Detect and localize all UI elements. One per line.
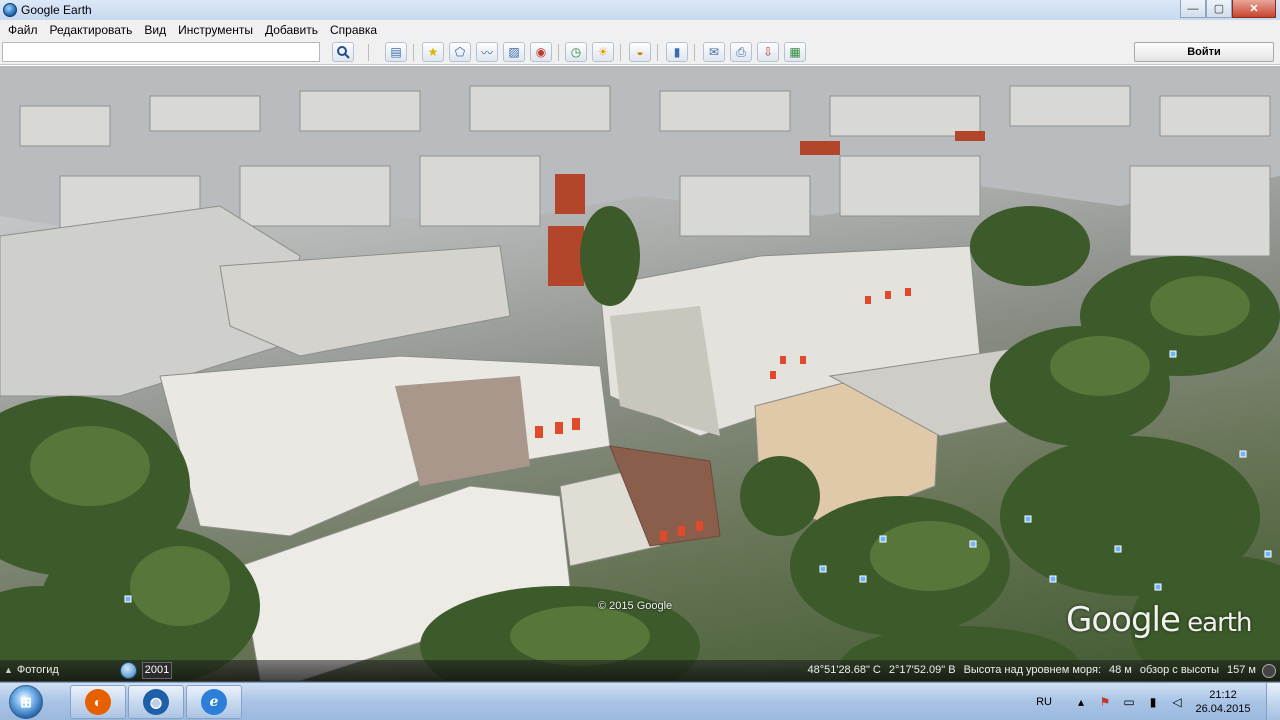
action-center-icon[interactable]: ⚑ <box>1098 695 1112 709</box>
eye-altitude-value: 157 м <box>1227 664 1256 676</box>
taskbar-internet-explorer[interactable]: e <box>186 685 242 719</box>
view-in-maps-button[interactable]: ▦ <box>784 42 806 62</box>
title-bar: Google Earth — ▢ ✕ <box>0 0 1280 20</box>
eye-altitude-label: обзор с высоты <box>1139 664 1220 676</box>
print-icon: ⎙ <box>736 44 746 59</box>
window-controls: — ▢ ✕ <box>1180 0 1276 18</box>
image-overlay-icon: ▨ <box>508 45 520 59</box>
ruler-button[interactable]: ▮ <box>666 42 688 62</box>
firefox-icon: ◐ <box>85 689 111 715</box>
windows-logo-icon: ⊞ <box>9 685 43 719</box>
save-image-icon: ⇩ <box>762 45 774 59</box>
ie-icon: e <box>201 689 227 715</box>
search-button[interactable] <box>332 42 354 62</box>
toolbar-separator <box>368 44 369 61</box>
planets-icon: ◒ <box>636 45 644 59</box>
signin-button[interactable]: Войти <box>1134 42 1274 62</box>
tour-guide-label: Фотогид <box>16 664 59 676</box>
toolbar-separator <box>694 44 695 61</box>
google-earth-logo: Google earth <box>1066 600 1252 640</box>
logo-google: Google <box>1066 600 1181 640</box>
volume-icon[interactable]: ◁ <box>1170 695 1184 709</box>
sidebar-toggle-icon: ▤ <box>390 45 402 59</box>
caret-up-icon: ▲ <box>4 665 13 675</box>
ruler-icon: ▮ <box>673 45 681 59</box>
email-button[interactable]: ✉ <box>703 42 725 62</box>
print-button[interactable]: ⎙ <box>730 42 752 62</box>
start-button[interactable]: ⊞ <box>2 684 50 720</box>
google-earth-icon: ◍ <box>143 689 169 715</box>
search-input[interactable] <box>2 42 320 62</box>
menu-view[interactable]: Вид <box>138 20 172 40</box>
toolbar-separator <box>657 44 658 61</box>
menu-file[interactable]: Файл <box>2 20 44 40</box>
google-earth-app-icon <box>3 3 17 17</box>
add-placemark-button[interactable]: ★ <box>422 42 444 62</box>
language-indicator[interactable]: RU <box>1036 696 1052 708</box>
clock[interactable]: 21:12 26.04.2015 <box>1194 688 1252 716</box>
add-path-button[interactable]: 〰 <box>476 42 498 62</box>
flash-drive-icon[interactable]: ▭ <box>1122 695 1136 709</box>
menu-bar: Файл Редактировать Вид Инструменты Добав… <box>0 20 1280 40</box>
toolbar-separator <box>558 44 559 61</box>
menu-help[interactable]: Справка <box>324 20 383 40</box>
map-copyright: © 2015 Google <box>598 600 673 612</box>
search-icon <box>337 46 350 59</box>
add-polygon-button[interactable]: ⬠ <box>449 42 471 62</box>
logo-earth: earth <box>1179 608 1252 638</box>
status-compass-icon <box>1262 664 1276 678</box>
record-tour-icon: ◉ <box>535 45 547 59</box>
map-view[interactable]: © 2015 Google Google earth <box>0 66 1280 681</box>
sunlight-icon: ☀ <box>597 45 609 59</box>
window-title: Google Earth <box>21 3 92 17</box>
longitude: 2°17'52.09" В <box>888 664 956 676</box>
polygon-icon: ⬠ <box>454 45 466 59</box>
toolbar: ▤ ★ ⬠ 〰 ▨ ◉ ◷ ☀ ◒ ▮ ✉ ⎙ ⇩ ▦ Войти <box>0 40 1280 65</box>
menu-add[interactable]: Добавить <box>259 20 324 40</box>
add-image-overlay-button[interactable]: ▨ <box>503 42 525 62</box>
maximize-button[interactable]: ▢ <box>1206 0 1232 18</box>
toolbar-separator <box>413 44 414 61</box>
network-icon[interactable]: ▮ <box>1146 695 1160 709</box>
menu-edit[interactable]: Редактировать <box>44 20 139 40</box>
windows-taskbar: ⊞ ◐ ◍ e RU ▴ ⚑ ▭ ▮ ◁ 21:12 26.04.2015 <box>0 682 1280 720</box>
taskbar-firefox[interactable]: ◐ <box>70 685 126 719</box>
historical-imagery-icon: ◷ <box>570 45 582 59</box>
email-icon: ✉ <box>708 45 720 59</box>
path-icon: 〰 <box>480 45 493 60</box>
save-image-button[interactable]: ⇩ <box>757 42 779 62</box>
taskbar-google-earth[interactable]: ◍ <box>128 685 184 719</box>
placemark-icon: ★ <box>427 45 439 59</box>
switch-planet-button[interactable]: ◒ <box>629 42 651 62</box>
latitude: 48°51'28.68" С <box>807 664 881 676</box>
historical-imagery-button[interactable]: ◷ <box>565 42 587 62</box>
coordinates-readout: 48°51'28.68" С 2°17'52.09" В Высота над … <box>799 664 1276 678</box>
maps-icon: ▦ <box>789 45 801 59</box>
clock-date: 26.04.2015 <box>1195 703 1251 715</box>
elevation-value: 48 м <box>1109 664 1132 676</box>
map-3d-buildings-image <box>0 66 1280 681</box>
historical-imagery-toggle-icon[interactable] <box>120 662 137 679</box>
sidebar-toggle-button[interactable]: ▤ <box>385 42 407 62</box>
show-hidden-icons-icon[interactable]: ▴ <box>1074 695 1088 709</box>
menu-tools[interactable]: Инструменты <box>172 20 259 40</box>
clock-time: 21:12 <box>1209 689 1237 701</box>
record-tour-button[interactable]: ◉ <box>530 42 552 62</box>
imagery-year: 2001 <box>142 662 172 679</box>
sunlight-button[interactable]: ☀ <box>592 42 614 62</box>
show-desktop-button[interactable] <box>1266 683 1280 720</box>
status-bar: ▲ Фотогид 2001 48°51'28.68" С 2°17'52.09… <box>0 660 1280 682</box>
elevation-label: Высота над уровнем моря: <box>963 664 1102 676</box>
tour-guide-toggle[interactable]: ▲ Фотогид <box>4 664 59 676</box>
close-button[interactable]: ✕ <box>1232 0 1276 18</box>
system-tray: RU ▴ ⚑ ▭ ▮ ◁ 21:12 26.04.2015 <box>1036 683 1280 720</box>
minimize-button[interactable]: — <box>1180 0 1206 18</box>
toolbar-separator <box>620 44 621 61</box>
